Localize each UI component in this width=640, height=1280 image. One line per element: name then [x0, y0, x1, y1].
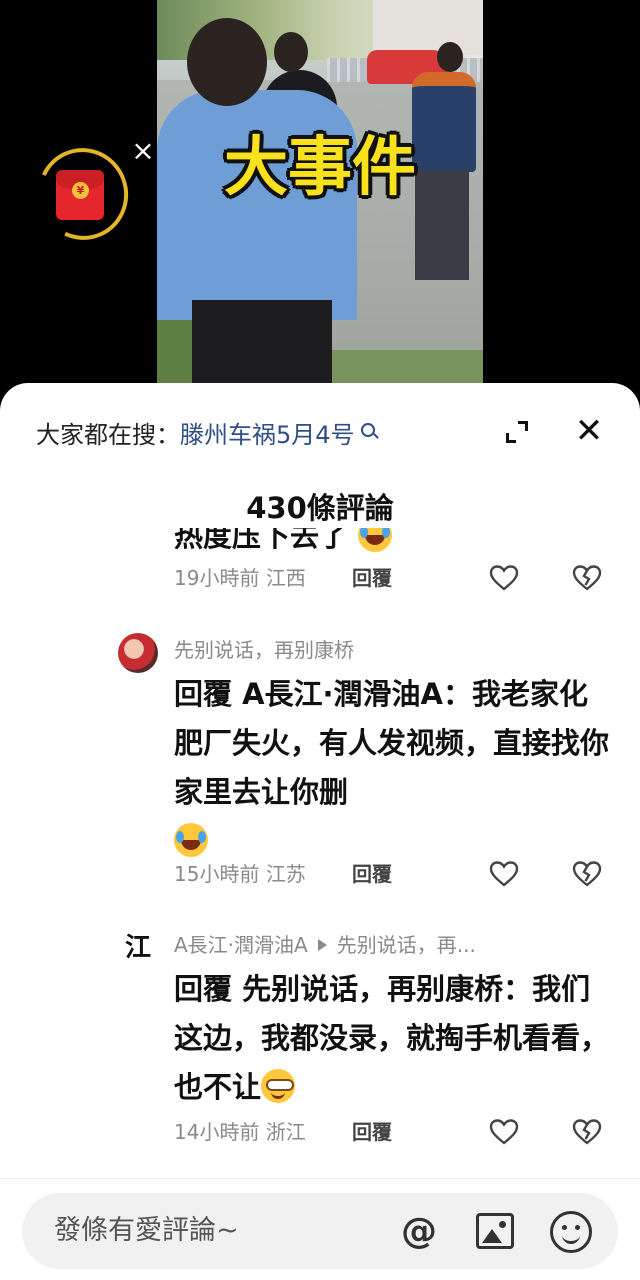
laugh-cry-emoji-icon [358, 528, 393, 552]
close-sheet-button[interactable]: ✕ [571, 413, 607, 449]
comment-text-partial: 热度压下去了 [174, 528, 393, 556]
comment-input[interactable]: 發條有愛評論~ @ [22, 1193, 618, 1269]
trending-search-link[interactable]: 滕州车祸5月4号 [180, 421, 355, 449]
comment-meta: 15小時前 江苏 回覆 [174, 857, 614, 891]
expand-button[interactable] [500, 415, 534, 449]
comment-count-title: 430條評論 [246, 491, 394, 525]
at-mention-icon[interactable]: @ [398, 1211, 440, 1253]
reply-arrow-icon [317, 939, 327, 951]
video-person-orange-head [437, 42, 463, 72]
reply-to-username[interactable]: 先别说话，再... [337, 933, 476, 957]
broken-heart-icon[interactable] [572, 564, 602, 592]
comment-location: 江苏 [265, 862, 306, 886]
comment-meta: 14小時前 浙江 回覆 [174, 1115, 614, 1149]
comment-username[interactable]: 先别说话，再别康桥 [174, 636, 354, 664]
avatar[interactable] [118, 633, 158, 673]
reply-button[interactable]: 回覆 [352, 857, 392, 891]
comment-time: 19小時前 [174, 566, 260, 590]
avatar[interactable]: 江 [118, 928, 158, 968]
comment-username-line: A長江·潤滑油A 先别说话，再... [174, 931, 476, 959]
comment-body: 回覆 先别说话，再别康桥：我们这边，我都没录，就掏手机看看，也不让 [174, 965, 614, 1112]
video-player[interactable]: 大事件 ¥ × [0, 0, 640, 400]
video-frame[interactable]: 大事件 [157, 0, 483, 400]
expand-icon-bottom-left [506, 433, 516, 443]
reply-button[interactable]: 回覆 [352, 1115, 392, 1149]
video-overlay-title: 大事件 [224, 131, 416, 205]
heart-icon[interactable] [489, 860, 519, 888]
red-packet-close-icon[interactable]: × [128, 136, 158, 166]
comment-list[interactable]: 热度压下去了 19小時前 江西 回覆 先别说话，再别康桥 回覆 A長江·潤滑油A… [0, 528, 640, 1168]
red-packet-icon: ¥ [56, 170, 104, 220]
broken-heart-icon[interactable] [572, 1118, 602, 1146]
comment-text: 回覆 先别说话，再别康桥：我们这边，我都没录，就掏手机看看，也不让 [174, 972, 610, 1104]
heart-icon[interactable] [489, 564, 519, 592]
comment-sheet: 大家都在搜：滕州车祸5月4号 ✕ 430條評論 热度压下去了 19小時前 江西 … [0, 383, 640, 1280]
comment-text: 回覆 A長江·潤滑油A：我老家化肥厂失火，有人发视频，直接找你家里去让你删 [174, 677, 610, 809]
image-icon[interactable] [476, 1213, 514, 1249]
broken-heart-icon[interactable] [572, 860, 602, 888]
comment-body: 回覆 A長江·潤滑油A：我老家化肥厂失火，有人发视频，直接找你家里去让你删 [174, 670, 614, 866]
comment-time: 14小時前 [174, 1120, 260, 1144]
emoji-icon[interactable] [550, 1211, 592, 1253]
video-background-building [373, 0, 483, 55]
red-packet-widget[interactable]: ¥ [24, 135, 142, 253]
comment-username[interactable]: A長江·潤滑油A [174, 933, 308, 957]
video-person-black-head [274, 32, 308, 72]
comment-time: 15小時前 [174, 862, 260, 886]
heart-icon[interactable] [489, 1118, 519, 1146]
yuan-coin-icon: ¥ [72, 182, 89, 199]
reply-button[interactable]: 回覆 [352, 561, 392, 595]
expand-icon-top-right [518, 421, 528, 431]
video-person-blue-head [187, 18, 267, 106]
comment-input-bar: 發條有愛評論~ @ [0, 1178, 640, 1280]
comment-location: 江西 [265, 566, 306, 590]
search-icon [360, 423, 375, 437]
trending-search-prefix: 大家都在搜： [36, 421, 180, 449]
comment-text: 热度压下去了 [174, 528, 349, 553]
comment-input-placeholder: 發條有愛評論~ [54, 1215, 239, 1246]
trending-search-bar[interactable]: 大家都在搜：滕州车祸5月4号 [36, 419, 375, 451]
comment-location: 浙江 [265, 1120, 306, 1144]
laugh-cry-emoji-icon [174, 823, 208, 857]
smirk-emoji-icon [261, 1069, 296, 1103]
comment-meta: 19小時前 江西 回覆 [174, 561, 614, 595]
